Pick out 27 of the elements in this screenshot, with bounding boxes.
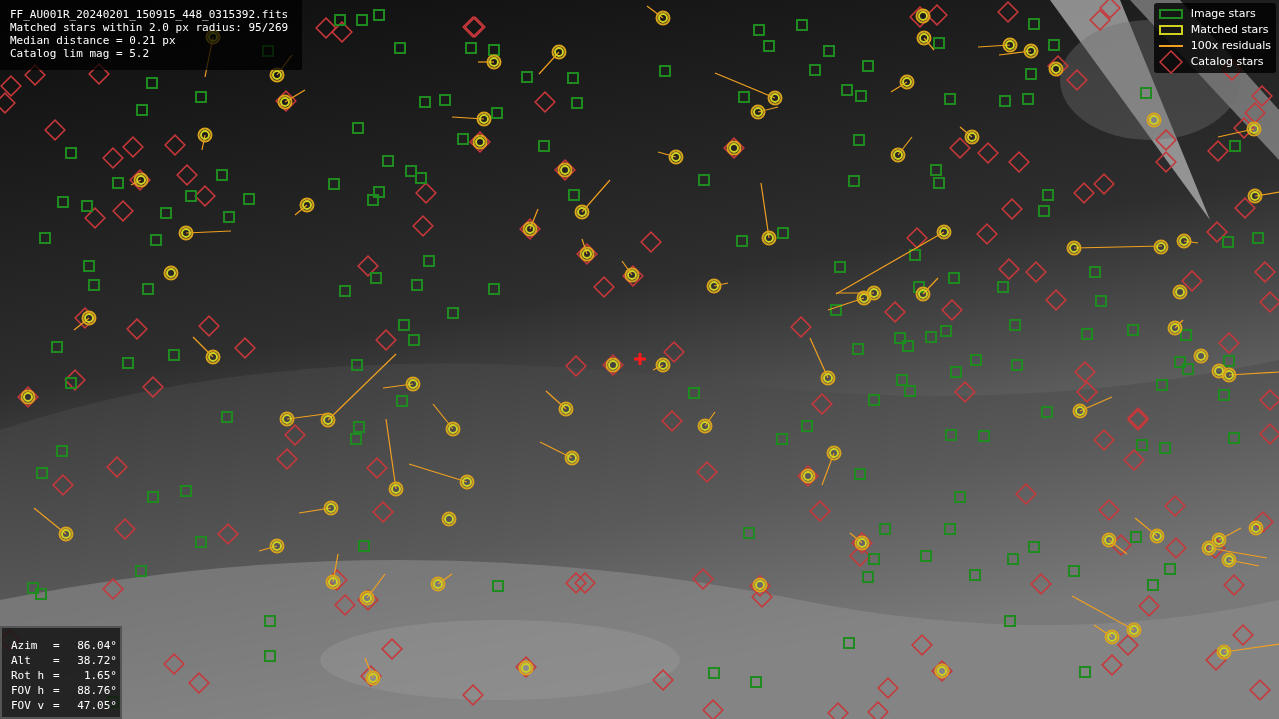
pointing-value: 88.76° (76, 683, 117, 698)
info-text: Median distance = 0.21 px (10, 34, 177, 47)
line-icon (1158, 45, 1183, 47)
equals-sign: = (53, 668, 61, 683)
pointing-value: 1.65° (82, 668, 117, 683)
legend-label: Matched stars (1190, 21, 1269, 38)
legend-label: Image stars (1190, 5, 1256, 22)
info-text: Catalog lim mag = 5.2 (10, 47, 151, 60)
pointing-label: Rot h (11, 668, 46, 683)
info-text: Matched stars within 2.0 px radius: 95/269 (10, 21, 289, 34)
pointing-label: Alt (11, 653, 32, 668)
equals-sign: = (53, 698, 61, 713)
pointing-value: 38.72° (76, 653, 117, 668)
pointing-value: 86.04° (76, 638, 117, 653)
equals-sign: = (53, 683, 61, 698)
diamond-icon (1158, 50, 1183, 74)
info-text: FF_AU001R_20240201_150915_448_0315392.fits (10, 8, 289, 21)
equals-sign: = (53, 638, 61, 653)
equals-sign: = (53, 653, 61, 668)
pointing-label: Azim (11, 638, 39, 653)
legend-label: Catalog stars (1190, 53, 1264, 70)
pointing-value: 47.05° (76, 698, 117, 713)
pointing-label: FOV h (11, 683, 46, 698)
square-icon (1158, 9, 1183, 19)
legend-label: 100x residuals (1190, 37, 1271, 54)
rectangle-icon (1158, 25, 1183, 35)
pointing-label: FOV v (11, 698, 46, 713)
